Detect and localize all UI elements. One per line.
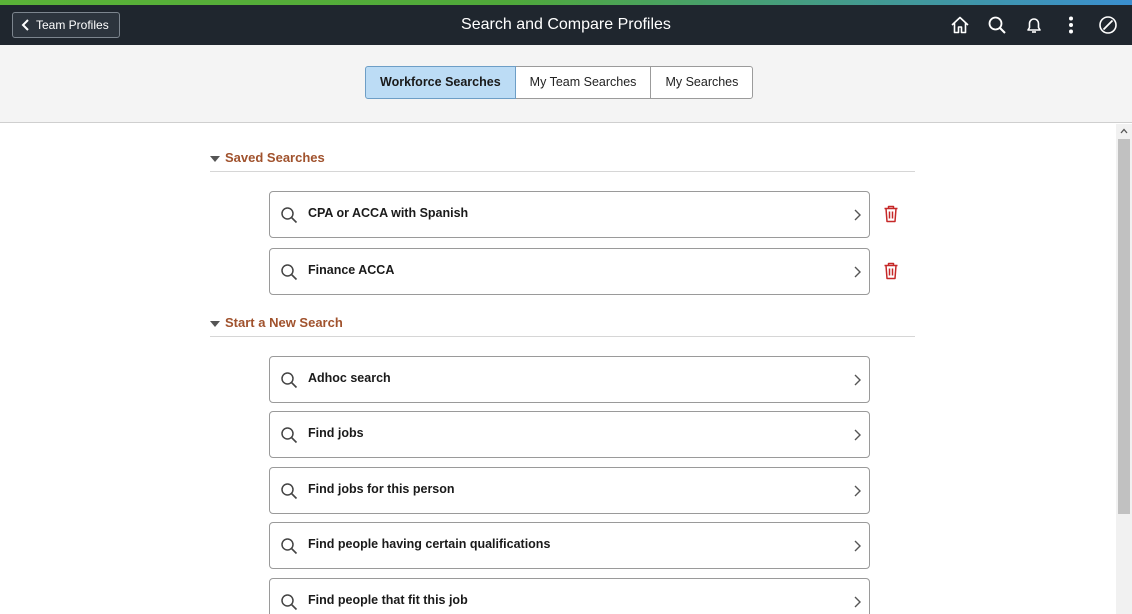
bell-icon[interactable] xyxy=(1015,5,1052,45)
search-icon xyxy=(281,207,298,224)
saved-searches-header[interactable]: Saved Searches xyxy=(210,150,915,172)
new-search-row[interactable]: Find jobs xyxy=(269,411,870,458)
scroll-up-arrow-icon[interactable] xyxy=(1116,124,1132,138)
saved-search-row[interactable]: Finance ACCA xyxy=(269,248,870,295)
back-button-label: Team Profiles xyxy=(36,18,109,32)
back-button[interactable]: Team Profiles xyxy=(12,12,120,38)
more-vertical-icon[interactable] xyxy=(1052,5,1089,45)
search-icon xyxy=(281,594,298,611)
new-search-label: Find people having certain qualification… xyxy=(308,537,551,551)
home-icon[interactable] xyxy=(941,5,978,45)
navbar-compass-icon[interactable] xyxy=(1089,5,1126,45)
tab-my-searches[interactable]: My Searches xyxy=(650,66,754,99)
chevron-right-icon xyxy=(854,596,861,608)
new-search-label: Adhoc search xyxy=(308,371,391,385)
chevron-right-icon xyxy=(854,485,861,497)
saved-searches-title: Saved Searches xyxy=(225,150,325,165)
search-type-tabs: Workforce Searches My Team Searches My S… xyxy=(365,66,754,99)
new-search-label: Find jobs xyxy=(308,426,364,440)
search-icon xyxy=(281,538,298,555)
chevron-right-icon xyxy=(854,540,861,552)
tab-my-team-searches[interactable]: My Team Searches xyxy=(514,66,652,99)
scrollbar-thumb[interactable] xyxy=(1118,139,1130,514)
saved-search-row[interactable]: CPA or ACCA with Spanish xyxy=(269,191,870,238)
search-icon[interactable] xyxy=(978,5,1015,45)
search-icon xyxy=(281,483,298,500)
new-search-row[interactable]: Find people that fit this job xyxy=(269,578,870,614)
search-icon xyxy=(281,427,298,444)
new-search-header[interactable]: Start a New Search xyxy=(210,315,915,337)
chevron-left-icon xyxy=(21,19,29,31)
new-search-label: Find jobs for this person xyxy=(308,482,455,496)
search-icon xyxy=(281,372,298,389)
trash-icon[interactable] xyxy=(883,205,899,223)
new-search-row[interactable]: Find jobs for this person xyxy=(269,467,870,514)
chevron-right-icon xyxy=(854,429,861,441)
new-search-title: Start a New Search xyxy=(225,315,343,330)
main-content: Saved Searches CPA or ACCA with Spanish … xyxy=(0,124,1116,614)
new-search-label: Find people that fit this job xyxy=(308,593,468,607)
tab-workforce-searches[interactable]: Workforce Searches xyxy=(365,66,516,99)
new-search-row[interactable]: Adhoc search xyxy=(269,356,870,403)
saved-search-label: Finance ACCA xyxy=(308,263,395,277)
vertical-scrollbar[interactable] xyxy=(1116,124,1132,614)
chevron-right-icon xyxy=(854,374,861,386)
saved-search-label: CPA or ACCA with Spanish xyxy=(308,206,469,220)
tabs-bar: Workforce Searches My Team Searches My S… xyxy=(0,45,1132,123)
chevron-right-icon xyxy=(854,266,861,278)
search-icon xyxy=(281,264,298,281)
chevron-right-icon xyxy=(854,209,861,221)
trash-icon[interactable] xyxy=(883,262,899,280)
new-search-row[interactable]: Find people having certain qualification… xyxy=(269,522,870,569)
caret-down-icon xyxy=(210,156,220,162)
top-banner: Team Profiles Search and Compare Profile… xyxy=(0,5,1132,45)
banner-actions xyxy=(941,5,1126,45)
caret-down-icon xyxy=(210,321,220,327)
